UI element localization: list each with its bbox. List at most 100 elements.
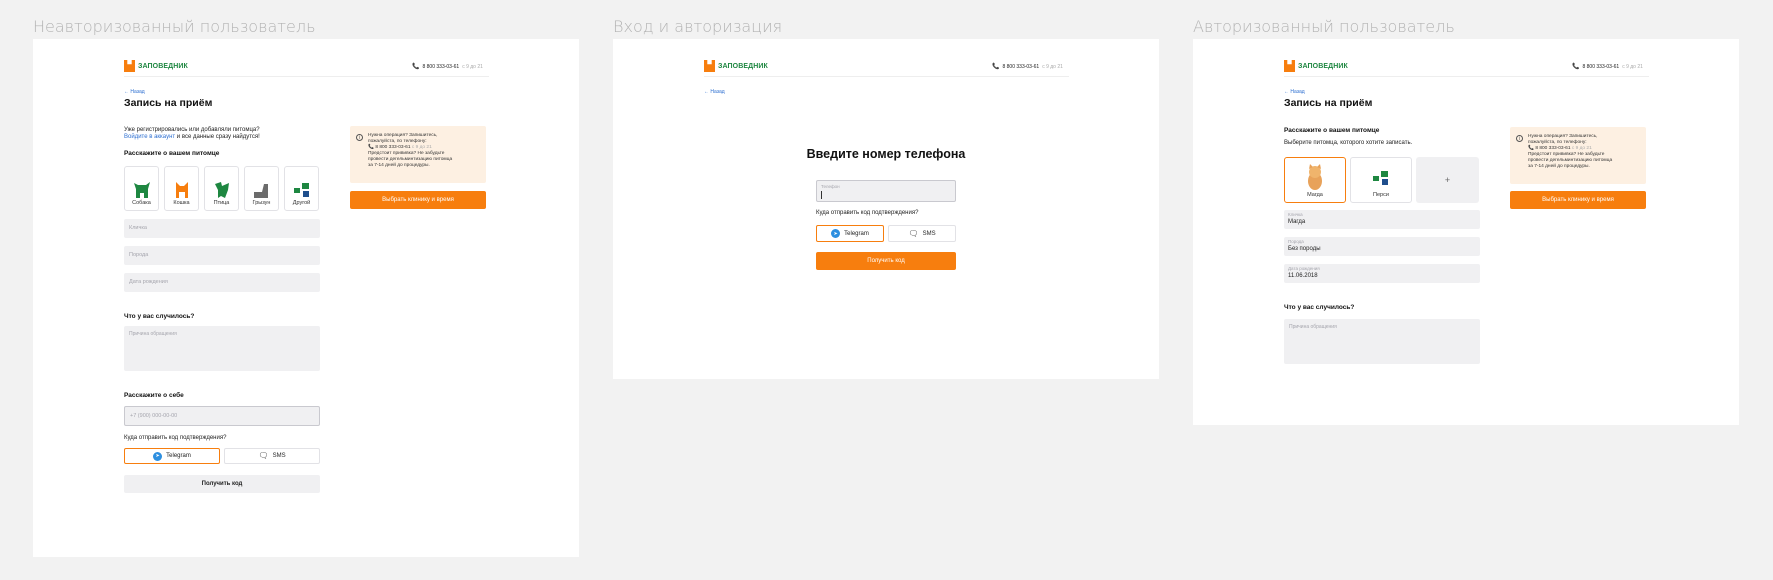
header-hours: с 9 до 21: [1622, 63, 1643, 70]
birthdate-value: 11.06.2018: [1288, 273, 1318, 279]
nickname-input[interactable]: Кличка: [124, 219, 320, 238]
note-line: пожалуйста, по телефону:: [368, 139, 427, 144]
pet-section-heading: Расскажите о вашем питомце: [124, 150, 220, 157]
auth-birthdate-field[interactable]: Дата рождения 11.06.2018: [1284, 264, 1480, 283]
birthdate-label: Дата рождения: [1288, 266, 1320, 271]
login-hint: Уже регистрировались или добавляли питом…: [124, 127, 324, 141]
choose-clinic-button[interactable]: Выбрать клинику и время: [350, 191, 486, 209]
self-heading: Расскажите о себе: [124, 392, 184, 399]
auth-nickname-field[interactable]: Кличка Магда: [1284, 210, 1480, 229]
auth-pet-sub: Выберите питомца, которого хотите записа…: [1284, 140, 1413, 146]
phone-placeholder: +7 (900) 000-00-00: [130, 413, 178, 419]
note-line: провести дегельминтизацию питомца: [368, 157, 453, 162]
info-note: i Нужна операция? Запишитесь, пожалуйста…: [1510, 127, 1646, 184]
pet-type-dog[interactable]: Собака: [124, 166, 159, 211]
pet-label: Кошка: [173, 200, 190, 206]
frame-title-unauth: Неавторизованный пользователь: [33, 17, 316, 36]
pet-type-rodent[interactable]: Грызун: [244, 166, 279, 211]
add-pet-button[interactable]: +: [1416, 157, 1479, 203]
note-hours: с 9 до 21: [411, 145, 432, 150]
logo[interactable]: ЗАПОВЕДНИК: [124, 60, 188, 72]
sms-button[interactable]: 🗨 SMS: [224, 448, 320, 464]
login-sms-button[interactable]: 🗨 SMS: [888, 225, 956, 242]
frame-authorized: ЗАПОВЕДНИК 📞 8 800 333-03-61 с 9 до 21 ←…: [1193, 39, 1739, 425]
sms-icon: 🗨: [908, 228, 919, 238]
info-icon: i: [356, 134, 363, 141]
other-pet-icon: [1373, 171, 1388, 185]
pet-card-magda[interactable]: Магда: [1284, 157, 1346, 203]
breed-value: Без породы: [1288, 246, 1321, 252]
frame-title-auth: Авторизованный пользователь: [1193, 17, 1455, 36]
header-divider: [1284, 76, 1649, 77]
sms-label: SMS: [922, 230, 936, 237]
cat-icon: [175, 182, 188, 198]
nickname-value: Магда: [1288, 219, 1306, 225]
breed-placeholder: Порода: [129, 252, 149, 258]
logo-icon: [124, 60, 135, 72]
note-hours: с 9 до 21: [1571, 146, 1592, 151]
choose-clinic-button[interactable]: Выбрать клинику и время: [1510, 191, 1646, 209]
birthdate-input[interactable]: Дата рождения: [124, 273, 320, 292]
nickname-placeholder: Кличка: [129, 225, 147, 231]
telegram-button[interactable]: ➤ Telegram: [124, 448, 220, 464]
header-hours: с 9 до 21: [462, 63, 483, 70]
note-phone-row[interactable]: 📞 8 800 333-03-61 с 9 до 21: [368, 145, 432, 150]
logo[interactable]: ЗАПОВЕДНИК: [704, 60, 768, 72]
note-line: Нужна операция? Запишитесь,: [368, 133, 438, 138]
breed-input[interactable]: Порода: [124, 246, 320, 265]
login-get-code-button[interactable]: Получить код: [816, 252, 956, 270]
login-link[interactable]: Войдите в аккаунт: [124, 134, 175, 140]
back-link[interactable]: ← Назад: [124, 89, 145, 95]
pet-type-bird[interactable]: Птица: [204, 166, 239, 211]
back-link[interactable]: ← Назад: [704, 89, 725, 95]
phone-input[interactable]: +7 (900) 000-00-00: [124, 406, 320, 426]
pet-label: Грызун: [252, 200, 271, 206]
note-phone: 8 800 333-03-61: [1535, 146, 1571, 151]
login-phone-label: Телефон: [821, 184, 840, 189]
rodent-icon: [253, 184, 268, 198]
phone-icon: 📞: [992, 64, 1000, 70]
note-text: Нужна операция? Запишитесь, пожалуйста, …: [1528, 134, 1612, 170]
pet-card-persi[interactable]: Перси: [1350, 157, 1412, 203]
note-line: Предстоит прививка? Не забудьте: [368, 151, 445, 156]
header-phone-number: 8 800 333-03-61: [1582, 63, 1620, 70]
logo-icon: [704, 60, 715, 72]
note-line: Нужна операция? Запишитесь,: [1528, 134, 1598, 139]
phone-icon: 📞: [1572, 64, 1580, 70]
nickname-label: Кличка: [1288, 212, 1303, 217]
note-line: Предстоит прививка? Не забудьте: [1528, 152, 1605, 157]
breed-label: Порода: [1288, 239, 1304, 244]
page-title: Запись на приём: [124, 97, 213, 109]
pet-type-cat[interactable]: Кошка: [164, 166, 199, 211]
note-phone: 8 800 333-03-61: [375, 145, 411, 150]
sms-icon: 🗨: [258, 451, 269, 460]
header-phone[interactable]: 📞 8 800 333-03-61 с 9 до 21: [412, 63, 483, 71]
back-link[interactable]: ← Назад: [1284, 89, 1305, 95]
header-phone[interactable]: 📞 8 800 333-03-61 с 9 до 21: [1572, 63, 1643, 71]
telegram-label: Telegram: [166, 453, 191, 459]
info-icon: i: [1516, 135, 1523, 142]
frame-login: ЗАПОВЕДНИК 📞 8 800 333-03-61 с 9 до 21 ←…: [613, 39, 1159, 379]
logo-icon: [1284, 60, 1295, 72]
logo[interactable]: ЗАПОВЕДНИК: [1284, 60, 1348, 72]
note-phone-row[interactable]: 📞 8 800 333-03-61 с 9 до 21: [1528, 146, 1592, 151]
auth-reason-textarea[interactable]: Причина обращения: [1284, 319, 1480, 364]
login-telegram-button[interactable]: ➤ Telegram: [816, 225, 884, 242]
header-phone[interactable]: 📞 8 800 333-03-61 с 9 до 21: [992, 63, 1063, 71]
problem-heading: Что у вас случилось?: [124, 313, 195, 320]
sms-label: SMS: [272, 453, 286, 459]
other-pet-icon: [293, 183, 309, 197]
dog-icon: [133, 182, 150, 198]
pet-type-other[interactable]: Другой: [284, 166, 319, 211]
pet-label: Другой: [292, 200, 311, 206]
get-code-button[interactable]: Получить код: [124, 475, 320, 493]
frame-unauthorized: ЗАПОВЕДНИК 📞 8 800 333-03-61 с 9 до 21 ←…: [33, 39, 579, 557]
login-title: Введите номер телефона: [806, 147, 966, 161]
auth-breed-field[interactable]: Порода Без породы: [1284, 237, 1480, 256]
pet-card-label: Перси: [1373, 192, 1389, 198]
login-phone-input[interactable]: Телефон: [816, 180, 956, 202]
code-question: Куда отправить код подтверждения?: [124, 435, 227, 441]
note-line: за 7-14 дней до процедуры.: [368, 163, 430, 168]
login-hint-text-2: и все данные сразу найдутся!: [175, 134, 260, 140]
reason-textarea[interactable]: Причина обращения: [124, 326, 320, 371]
